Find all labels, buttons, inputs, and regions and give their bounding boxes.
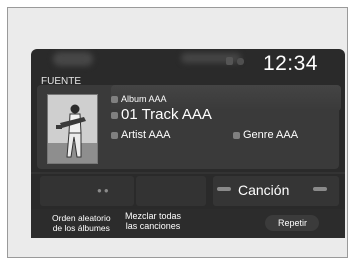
shuffle-albums-button[interactable] [40,176,134,206]
row-divider [31,172,345,174]
track-title: 01 Track AAA [121,106,212,123]
genre-name: Genre AAA [243,129,299,141]
mode-label: Canción [238,182,290,198]
shuffle-all-line-1: Mezclar todas [125,211,182,221]
album-name: Album AAA [121,94,167,104]
track-icon [111,112,118,119]
clock: 12:34 [262,52,318,75]
shuffle-all-label[interactable]: Mezclar todas las canciones [125,211,181,231]
shuffle-all-button[interactable] [136,176,206,206]
album-art [47,94,98,164]
album-art-image [48,95,97,163]
shuffle-albums-line-2: de los álbumes [52,223,110,233]
status-blur-left [53,52,93,66]
shuffle-albums-indicator: ●● [97,186,111,195]
shuffle-albums-label[interactable]: Orden aleatorio de los álbumes [52,213,111,233]
next-arrow-icon[interactable] [313,187,327,191]
genre-icon [233,132,240,139]
shuffle-all-line-2: las canciones [125,221,181,231]
audio-screen: 12:34 FUENTE Album AAA 01 Track AAA Arti… [31,49,345,238]
artist-name: Artist AAA [121,129,171,141]
disc-icon [111,96,118,103]
figure-frame: 12:34 FUENTE Album AAA 01 Track AAA Arti… [7,7,348,258]
person-icon [111,132,118,139]
signal-icon [237,58,244,65]
shuffle-albums-line-1: Orden aleatorio [52,213,111,223]
repeat-label: Repetir [278,218,308,228]
phone-icon [226,57,233,65]
previous-arrow-icon[interactable] [217,187,231,191]
